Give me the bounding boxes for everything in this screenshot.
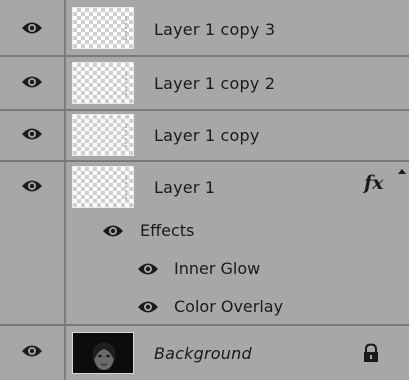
layer-name[interactable]: Layer 1 copy 3 [154, 20, 275, 39]
eye-icon[interactable] [21, 21, 43, 35]
layer-thumbnail [72, 62, 134, 104]
layer-name[interactable]: Layer 1 copy 2 [154, 74, 275, 93]
inner-glow-eye-icon[interactable] [137, 262, 159, 276]
background-layer-name[interactable]: Background [154, 344, 252, 363]
fx-icon[interactable]: fx [364, 172, 384, 194]
visibility-column [0, 111, 66, 160]
eye-icon[interactable] [21, 127, 43, 141]
layer-row[interactable]: Layer 1 copy 3 [0, 0, 409, 57]
layer-row-with-effects[interactable]: Layer 1 Effects Inner Glow Color Overlay [0, 162, 409, 326]
layer-thumbnail [72, 166, 134, 208]
eye-icon[interactable] [21, 344, 43, 358]
effect-item-color-overlay[interactable]: Color Overlay [174, 297, 283, 316]
effects-label[interactable]: Effects [140, 221, 194, 240]
visibility-column [0, 57, 66, 109]
layer-thumbnail [72, 114, 134, 156]
effects-eye-icon[interactable] [102, 224, 124, 238]
effect-item-inner-glow[interactable]: Inner Glow [174, 259, 260, 278]
background-layer-row[interactable]: Background [0, 326, 409, 380]
visibility-column [0, 0, 66, 55]
layer-thumbnail [72, 7, 134, 49]
eye-icon[interactable] [21, 179, 43, 193]
visibility-column [0, 162, 66, 324]
layer-row[interactable]: Layer 1 copy 2 [0, 57, 409, 111]
layers-panel: Layer 1 copy 3 Layer 1 copy 2 Layer 1 co… [0, 0, 409, 380]
layer-name[interactable]: Layer 1 copy [154, 126, 260, 145]
eye-icon[interactable] [21, 75, 43, 89]
layer-row[interactable]: Layer 1 copy [0, 111, 409, 162]
layer-name[interactable]: Layer 1 [154, 178, 215, 197]
color-overlay-eye-icon[interactable] [137, 300, 159, 314]
scroll-up-arrow[interactable] [395, 160, 409, 182]
background-thumbnail [72, 332, 134, 374]
lock-icon [361, 343, 381, 367]
visibility-column [0, 326, 66, 380]
